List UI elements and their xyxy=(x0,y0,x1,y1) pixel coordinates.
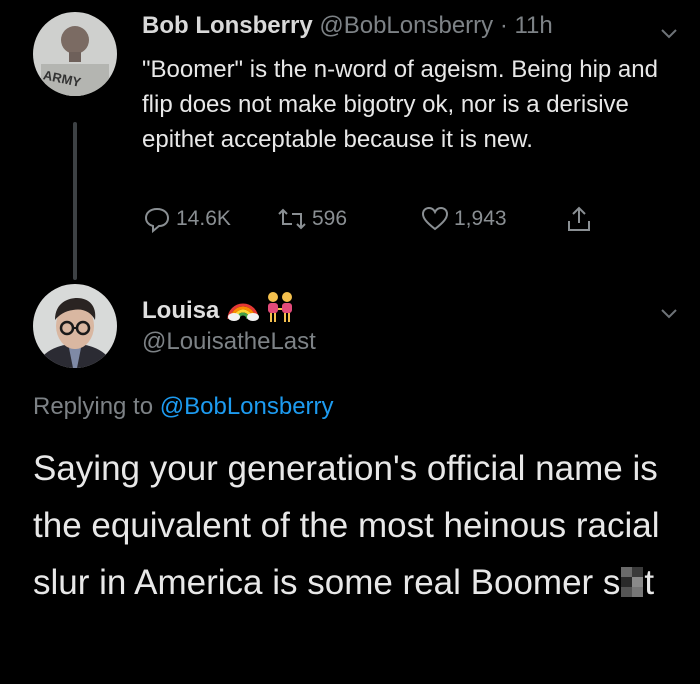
replying-to-label: Replying to xyxy=(33,393,154,420)
chevron-down-icon[interactable] xyxy=(658,302,680,324)
tweet1-action-bar: 14.6K 596 1,943 xyxy=(142,204,602,240)
reply-icon xyxy=(144,207,170,234)
chevron-down-icon[interactable] xyxy=(658,22,680,44)
avatar-photo: ARMY xyxy=(33,12,117,96)
tweet2-text: Saying your generation's official name i… xyxy=(33,440,673,611)
tweet2-text-main: Saying your generation's official name i… xyxy=(33,449,660,602)
retweet-button[interactable]: 596 xyxy=(276,204,347,234)
replying-to-handle[interactable]: @BobLonsberry xyxy=(160,393,334,420)
tweet2-author-handle[interactable]: @LouisatheLast xyxy=(142,328,316,356)
retweet-count: 596 xyxy=(312,207,348,230)
like-count: 1,943 xyxy=(454,207,507,230)
avatar-bob[interactable]: ARMY xyxy=(33,12,117,96)
like-button[interactable]: 1,943 xyxy=(420,204,507,234)
tweet1-header: Bob Lonsberry @BobLonsberry · 11h xyxy=(142,12,553,40)
two-women-holding-hands-icon xyxy=(263,290,297,331)
reply-button[interactable]: 14.6K xyxy=(142,204,231,234)
share-icon xyxy=(568,206,590,231)
tweet1-author-name[interactable]: Bob Lonsberry xyxy=(142,12,313,39)
tweet1-timestamp[interactable]: · 11h xyxy=(500,12,553,39)
tweet2-author-name[interactable]: Louisa xyxy=(142,290,297,331)
tweet2-author-name-text: Louisa xyxy=(142,296,220,324)
avatar-photo xyxy=(33,284,117,368)
tweet1-text: "Boomer" is the n-word of ageism. Being … xyxy=(142,56,658,153)
tweet1-author-handle[interactable]: @BobLonsberry xyxy=(319,12,493,39)
retweet-icon xyxy=(278,208,306,230)
thread-line xyxy=(73,122,77,280)
rainbow-icon xyxy=(227,293,260,328)
reply-count: 14.6K xyxy=(176,207,231,230)
pixelated-censor xyxy=(621,567,644,597)
share-button[interactable] xyxy=(564,204,598,234)
tweet2-text-tail: t xyxy=(644,563,655,602)
avatar-louisa[interactable] xyxy=(33,284,117,368)
heart-icon xyxy=(421,206,449,231)
replying-to: Replying to @BobLonsberry xyxy=(33,393,334,421)
